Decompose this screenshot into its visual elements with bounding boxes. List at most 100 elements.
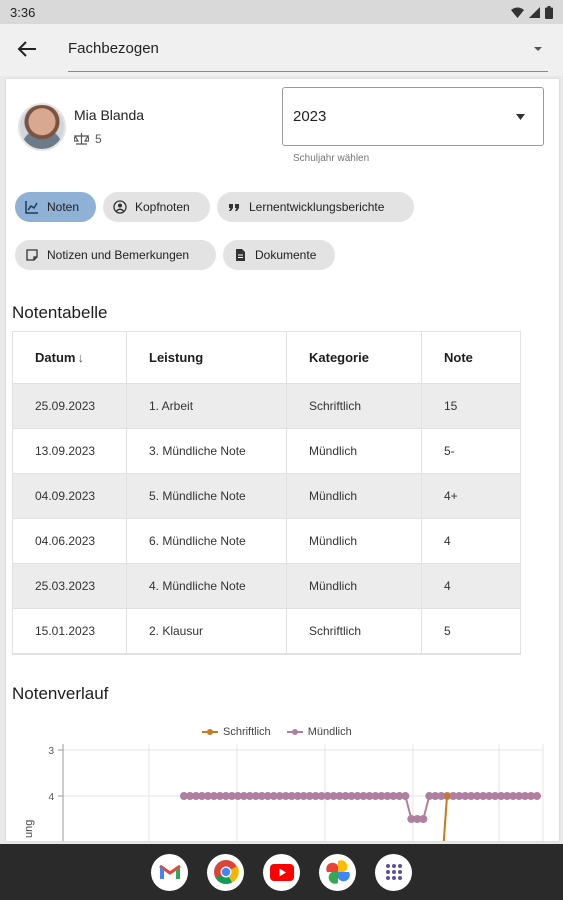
legend-label: Schriftlich bbox=[223, 726, 271, 738]
table-row[interactable]: 04.06.2023 6. Mündliche Note Mündlich 4 bbox=[13, 519, 520, 564]
chip-label: Noten bbox=[47, 200, 80, 214]
year-select-value: 2023 bbox=[293, 108, 327, 125]
table-row[interactable]: 04.09.2023 5. Mündliche Note Mündlich 4+ bbox=[13, 474, 520, 519]
legend-marker bbox=[202, 729, 218, 735]
class-label: 5 bbox=[95, 132, 102, 146]
table-row[interactable]: 15.01.2023 2. Klausur Schriftlich 5 bbox=[13, 609, 520, 654]
table-row[interactable]: 25.09.2023 1. Arbeit Schriftlich 15 bbox=[13, 384, 520, 429]
table-cell-assessment: 3. Mündliche Note bbox=[127, 429, 287, 473]
table-cell-assessment: 4. Mündliche Note bbox=[127, 564, 287, 608]
chip-label: Notizen und Bemerkungen bbox=[47, 248, 190, 262]
chart-icon bbox=[25, 201, 38, 214]
legend-item-muendlich[interactable]: Mündlich bbox=[286, 726, 352, 738]
chip-noten[interactable]: Noten bbox=[15, 192, 96, 222]
chart-y-tick-label: 4 bbox=[48, 792, 54, 803]
table-cell-category: Mündlich bbox=[287, 519, 422, 563]
legend-label: Mündlich bbox=[307, 726, 352, 738]
chip-lernentwicklungsberichte[interactable]: Lernentwicklungsberichte bbox=[217, 192, 414, 222]
chip-label: Kopfnoten bbox=[135, 200, 190, 214]
column-header-datum[interactable]: Datum ↓ bbox=[13, 332, 127, 383]
chart-point-muendlich bbox=[419, 815, 428, 823]
table-cell-date: 25.03.2023 bbox=[13, 564, 127, 608]
table-cell-grade: 5 bbox=[444, 624, 451, 638]
table-cell-date: 25.09.2023 bbox=[13, 384, 127, 428]
table-cell-grade: 5- bbox=[444, 444, 455, 458]
table-cell-assessment: 6. Mündliche Note bbox=[127, 519, 287, 563]
wifi-icon bbox=[511, 7, 524, 18]
chart-title: Notenverlauf bbox=[12, 684, 109, 703]
column-header-kategorie[interactable]: Kategorie bbox=[287, 332, 422, 383]
quote-icon bbox=[229, 204, 239, 211]
chip-label: Lernentwicklungsberichte bbox=[249, 200, 385, 214]
table-cell-assessment: 1. Arbeit bbox=[127, 384, 287, 428]
subject-dropdown-underline bbox=[68, 71, 548, 72]
chevron-down-icon[interactable] bbox=[533, 44, 543, 54]
app-dock bbox=[0, 844, 563, 900]
legend-marker bbox=[286, 729, 303, 735]
table-header-row: Datum ↓ Leistung Kategorie Note bbox=[13, 332, 520, 384]
chevron-down-icon bbox=[516, 114, 525, 120]
content-card: Mia Blanda 5 2023 Schuljahr wählen Noten… bbox=[6, 79, 559, 841]
chart-series-line-schriftlich bbox=[442, 795, 448, 841]
column-header-leistung[interactable]: Leistung bbox=[127, 332, 287, 383]
chip-label: Dokumente bbox=[255, 248, 317, 262]
signal-icon bbox=[529, 6, 540, 18]
table-cell-date: 04.06.2023 bbox=[13, 519, 127, 563]
scale-icon bbox=[74, 133, 89, 145]
column-header-note[interactable]: Note bbox=[422, 332, 520, 383]
app-drawer-icon[interactable] bbox=[375, 853, 412, 891]
status-bar: 3:36 bbox=[0, 0, 563, 24]
table-cell-category: Mündlich bbox=[287, 429, 422, 473]
table-row[interactable]: 13.09.2023 3. Mündliche Note Mündlich 5- bbox=[13, 429, 520, 474]
table-cell-grade: 4 bbox=[444, 579, 451, 593]
table-cell-category: Schriftlich bbox=[287, 609, 422, 653]
grade-line-chart: 3 4 ung bbox=[23, 744, 544, 841]
youtube-icon[interactable] bbox=[263, 853, 300, 891]
document-icon bbox=[236, 249, 245, 261]
avatar bbox=[18, 103, 66, 151]
chart-point-schriftlich bbox=[444, 793, 450, 799]
table-cell-grade: 4+ bbox=[444, 489, 458, 503]
chip-notizen[interactable]: Notizen und Bemerkungen bbox=[15, 240, 216, 270]
year-select-helper: Schuljahr wählen bbox=[293, 153, 370, 164]
subject-dropdown-value[interactable]: Fachbezogen bbox=[68, 40, 159, 57]
table-cell-grade: 4 bbox=[444, 534, 451, 548]
table-cell-assessment: 5. Mündliche Note bbox=[127, 474, 287, 518]
table-cell-assessment: 2. Klausur bbox=[127, 609, 287, 653]
year-select[interactable]: 2023 bbox=[282, 87, 544, 146]
table-cell-grade: 15 bbox=[444, 399, 458, 413]
chart-legend: Schriftlich Mündlich bbox=[202, 726, 352, 738]
grades-table: Datum ↓ Leistung Kategorie Note 25.09.20… bbox=[12, 331, 521, 655]
chip-dokumente[interactable]: Dokumente bbox=[223, 240, 335, 270]
back-arrow-icon[interactable] bbox=[16, 38, 38, 60]
gmail-icon[interactable] bbox=[151, 853, 188, 891]
chart-y-tick-label: 3 bbox=[48, 746, 54, 757]
table-cell-category: Schriftlich bbox=[287, 384, 422, 428]
status-time: 3:36 bbox=[10, 4, 36, 20]
grades-table-title: Notentabelle bbox=[12, 303, 108, 322]
student-class: 5 bbox=[74, 132, 102, 146]
column-header-label: Leistung bbox=[149, 350, 204, 365]
table-cell-date: 13.09.2023 bbox=[13, 429, 127, 473]
column-header-label: Datum bbox=[35, 350, 76, 365]
chart-point-muendlich bbox=[401, 792, 410, 800]
chrome-icon[interactable] bbox=[207, 853, 244, 891]
person-circle-icon bbox=[113, 200, 127, 214]
table-cell-date: 15.01.2023 bbox=[13, 609, 127, 653]
chart-y-axis-label: ung bbox=[23, 820, 35, 838]
table-row[interactable]: 25.03.2023 4. Mündliche Note Mündlich 4 bbox=[13, 564, 520, 609]
status-icons bbox=[511, 5, 553, 19]
column-header-label: Note bbox=[444, 350, 473, 365]
battery-icon bbox=[545, 5, 553, 19]
chip-kopfnoten[interactable]: Kopfnoten bbox=[103, 192, 210, 222]
table-cell-category: Mündlich bbox=[287, 474, 422, 518]
note-icon bbox=[26, 249, 38, 261]
sort-arrow-icon: ↓ bbox=[77, 350, 84, 365]
legend-item-schriftlich[interactable]: Schriftlich bbox=[202, 726, 271, 738]
table-cell-date: 04.09.2023 bbox=[13, 474, 127, 518]
student-name: Mia Blanda bbox=[74, 107, 145, 123]
photos-icon[interactable] bbox=[319, 853, 356, 891]
app-bar: Fachbezogen bbox=[0, 24, 563, 76]
chart-point-muendlich bbox=[533, 792, 541, 800]
table-cell-category: Mündlich bbox=[287, 564, 422, 608]
